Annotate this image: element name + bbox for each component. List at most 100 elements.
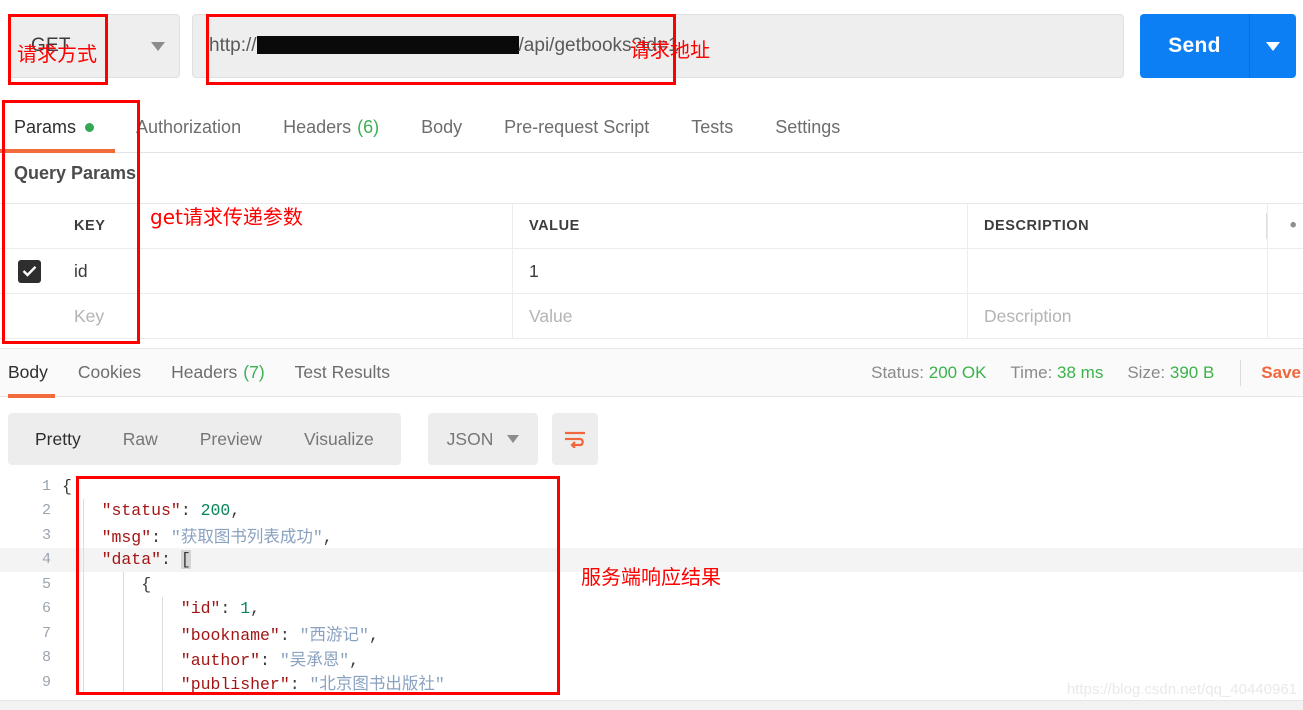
line-number: 5 xyxy=(41,575,51,593)
token: "status" xyxy=(101,501,181,521)
status-meta: Status: 200 OK xyxy=(871,362,987,382)
cell-text: Key xyxy=(74,305,105,326)
tab-label: Authorization xyxy=(136,116,242,137)
chevron-down-icon xyxy=(507,435,520,443)
response-view-switcher: Pretty Raw Preview Visualize xyxy=(8,413,401,465)
token: : xyxy=(161,550,181,570)
token: "北京图书出版社" xyxy=(309,675,445,695)
request-tab-params[interactable]: Params xyxy=(0,102,116,153)
status-value: 200 OK xyxy=(928,362,987,382)
header-value: VALUE xyxy=(513,204,968,248)
token: , xyxy=(250,599,261,619)
header-divider xyxy=(1266,213,1267,239)
token: [ xyxy=(180,550,191,570)
response-tab-cookies[interactable]: Cookies xyxy=(63,349,156,397)
line-number: 3 xyxy=(41,526,51,544)
request-tab-settings[interactable]: Settings xyxy=(754,102,861,152)
param-description-cell[interactable]: Description xyxy=(968,294,1268,338)
request-tab-tests[interactable]: Tests xyxy=(670,102,754,152)
param-value-cell[interactable]: Value xyxy=(513,294,968,338)
param-description-cell[interactable] xyxy=(968,249,1268,293)
word-wrap-button[interactable] xyxy=(552,413,598,465)
bulk-edit-dots-icon[interactable]: • xyxy=(1268,204,1303,248)
param-value-cell[interactable]: 1 xyxy=(513,249,968,293)
request-tab-pre-request-script[interactable]: Pre-request Script xyxy=(483,102,670,152)
indent-guide xyxy=(122,572,124,597)
watermark: https://blog.csdn.net/qq_40440961 xyxy=(1066,681,1297,698)
request-tabs: Params Authorization Headers (6) Body Pre-req… xyxy=(0,102,1303,153)
row-spacer xyxy=(1268,249,1303,293)
annotation-label-params: get请求传递参数 xyxy=(150,205,303,229)
indent-guide xyxy=(83,596,84,621)
token: "id" xyxy=(180,599,221,619)
token: "author" xyxy=(180,650,261,670)
code-text: "status": 200, xyxy=(62,501,241,521)
request-tab-body[interactable]: Body xyxy=(400,102,483,152)
request-tab-authorization[interactable]: Authorization xyxy=(115,102,262,152)
code-text: "data": [ xyxy=(62,550,191,570)
indent-guide xyxy=(83,645,84,670)
token: "获取图书列表成功" xyxy=(170,528,323,548)
send-button[interactable]: Send xyxy=(1140,14,1296,78)
size-value: 390 B xyxy=(1169,362,1215,382)
annotation-label-url: 请求地址 xyxy=(630,38,710,62)
row-spacer xyxy=(1268,294,1303,338)
word-wrap-icon xyxy=(565,431,585,448)
indent-guide xyxy=(83,523,84,548)
table-row: Key Value Description xyxy=(0,294,1303,339)
param-checkbox[interactable] xyxy=(0,294,58,338)
token: { xyxy=(141,574,152,594)
time-meta: Time: 38 ms xyxy=(1010,362,1104,382)
indent-guide xyxy=(162,645,164,670)
cell-text: Value xyxy=(529,305,573,326)
response-tab-test-results[interactable]: Test Results xyxy=(280,349,405,397)
tab-label: Body xyxy=(421,116,463,137)
view-raw[interactable]: Raw xyxy=(102,429,179,450)
cell-text: id xyxy=(74,260,88,281)
param-key-cell[interactable]: id xyxy=(58,249,513,293)
line-number: 1 xyxy=(41,477,51,495)
cell-text: Description xyxy=(984,305,1072,326)
line-number: 6 xyxy=(41,600,51,618)
code-text: "id": 1, xyxy=(62,599,260,618)
response-bar: Body Cookies Headers (7) Test Results Status… xyxy=(0,348,1303,398)
indent-guide xyxy=(83,498,84,523)
tab-label: Cookies xyxy=(77,362,142,382)
url-redaction-bar xyxy=(256,36,519,54)
view-preview[interactable]: Preview xyxy=(179,429,283,450)
table-row: id 1 xyxy=(0,249,1303,294)
token: "msg" xyxy=(101,528,152,548)
view-pretty[interactable]: Pretty xyxy=(14,429,102,450)
token: "西游记" xyxy=(299,626,369,646)
send-options-button[interactable] xyxy=(1250,41,1296,51)
token: : xyxy=(279,626,300,646)
param-checkbox[interactable] xyxy=(0,249,58,293)
tab-label: Settings xyxy=(775,116,841,137)
tab-label: Pre-request Script xyxy=(504,116,650,137)
view-visualize[interactable]: Visualize xyxy=(283,429,395,450)
request-tab-headers[interactable]: Headers (6) xyxy=(262,102,400,152)
annotation-label-response: 服务端响应结果 xyxy=(581,565,721,589)
response-tab-headers[interactable]: Headers (7) xyxy=(156,349,280,397)
chevron-down-icon xyxy=(1266,41,1280,51)
token: { xyxy=(62,476,72,496)
response-language-selector[interactable]: JSON xyxy=(428,413,538,465)
response-meta: Status: 200 OK Time: 38 ms Size: 390 B S… xyxy=(847,359,1303,386)
indent-guide xyxy=(122,621,124,646)
indent-guide xyxy=(83,572,84,597)
token: , xyxy=(368,626,379,646)
url-prefix: http:// xyxy=(209,35,257,56)
tab-label: Test Results xyxy=(294,362,390,382)
param-key-cell[interactable]: Key xyxy=(58,294,513,338)
response-tab-body[interactable]: Body xyxy=(0,349,63,398)
chevron-down-icon xyxy=(151,41,165,51)
code-line: 8 "author": "吴承恩", xyxy=(0,645,1303,670)
token: : xyxy=(220,599,241,619)
indent-guide xyxy=(162,621,164,646)
line-number: 9 xyxy=(41,673,51,691)
save-response-button[interactable]: Save xyxy=(1261,363,1301,383)
time-value: 38 ms xyxy=(1057,362,1104,382)
header-description: DESCRIPTION xyxy=(968,204,1268,248)
code-text: "publisher": "北京图书出版社" xyxy=(62,670,445,694)
tab-badge: (6) xyxy=(357,116,380,137)
